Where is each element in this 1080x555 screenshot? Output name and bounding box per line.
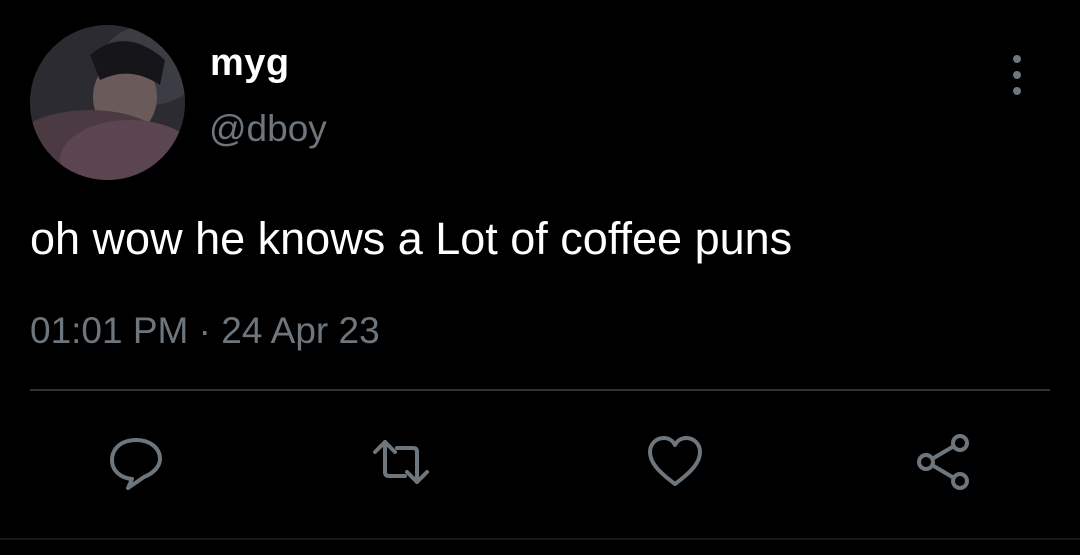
bottom-divider xyxy=(0,538,1080,540)
retweet-button[interactable] xyxy=(371,432,431,492)
more-dot-icon xyxy=(1013,55,1021,63)
like-icon xyxy=(648,436,702,486)
like-button[interactable] xyxy=(645,432,705,492)
avatar[interactable] xyxy=(30,25,185,180)
tweet-card: myg @dboy oh wow he knows a Lot of coffe… xyxy=(0,0,1080,555)
meta-separator: · xyxy=(188,310,222,351)
tweet-text: oh wow he knows a Lot of coffee puns xyxy=(30,213,793,264)
user-handle[interactable]: @dboy xyxy=(209,108,327,150)
share-icon xyxy=(917,434,969,490)
reply-icon xyxy=(110,438,162,490)
tweet-timestamp: 01:01 PM · 24 Apr 23 xyxy=(30,310,380,352)
more-options-button[interactable] xyxy=(1002,55,1032,95)
profile-photo-icon xyxy=(30,25,185,180)
display-name[interactable]: myg xyxy=(210,42,290,85)
more-dot-icon xyxy=(1013,71,1021,79)
share-button[interactable] xyxy=(914,432,974,492)
tweet-date[interactable]: 24 Apr 23 xyxy=(221,310,379,351)
reply-button[interactable] xyxy=(106,432,166,492)
divider xyxy=(30,389,1050,391)
retweet-icon xyxy=(373,440,429,484)
more-dot-icon xyxy=(1013,87,1021,95)
tweet-time[interactable]: 01:01 PM xyxy=(30,310,188,351)
